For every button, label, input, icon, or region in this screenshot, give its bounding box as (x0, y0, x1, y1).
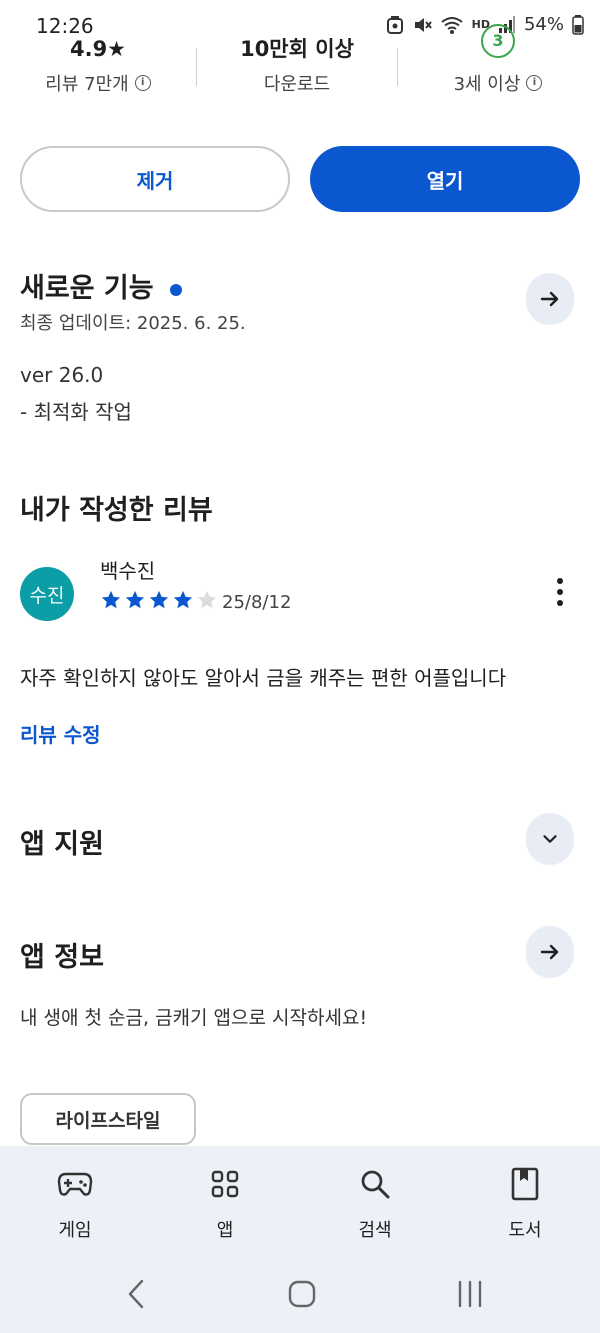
wifi-icon (440, 15, 464, 35)
nav-item-books[interactable]: 도서 (450, 1146, 600, 1252)
nav-label-books: 도서 (508, 1220, 542, 1241)
info-icon: i (526, 75, 543, 91)
more-vert-icon (557, 578, 563, 606)
home-icon (288, 1280, 316, 1308)
review-date: 25/8/12 (222, 592, 292, 613)
info-icon: i (134, 75, 151, 91)
rating-stat[interactable]: 4.9★ 리뷰 7만개 i (0, 36, 196, 96)
gamepad-icon (57, 1166, 93, 1202)
status-time: 12:26 (36, 14, 94, 38)
nav-label-games: 게임 (58, 1220, 92, 1241)
star-filled-icon (173, 590, 193, 609)
review-text: 자주 확인하지 않아도 알아서 금을 캐주는 편한 어플입니다 (20, 666, 507, 690)
app-support-title[interactable]: 앱 지원 (20, 822, 104, 861)
open-button[interactable]: 열기 (310, 146, 580, 212)
category-chip[interactable]: 라이프스타일 (20, 1093, 196, 1145)
release-notes-text: - 최적화 작업 (20, 400, 132, 424)
new-indicator-dot (169, 283, 182, 296)
nav-label-apps: 앱 (216, 1220, 234, 1241)
review-star-rating (100, 589, 218, 611)
star-filled-icon (149, 590, 169, 609)
arrow-right-icon (540, 291, 559, 307)
mute-icon (412, 15, 432, 35)
search-icon (357, 1166, 393, 1202)
avatar: 수진 (20, 567, 74, 621)
app-info-title[interactable]: 앱 정보 (20, 935, 104, 974)
star-filled-icon (101, 590, 121, 609)
edit-review-link[interactable]: 리뷰 수정 (20, 719, 101, 748)
nav-item-search[interactable]: 검색 (300, 1146, 450, 1252)
age-rating-stat[interactable]: 3 3세 이상 i (398, 24, 598, 96)
my-review-title: 내가 작성한 리뷰 (20, 495, 213, 526)
downloads-value: 10만회 이상 (240, 37, 354, 61)
battery-icon (572, 14, 584, 35)
apps-grid-icon (207, 1166, 243, 1202)
downloads-label: 다운로드 (263, 74, 331, 95)
bottom-nav: 게임 앱 검색 도서 (0, 1146, 600, 1252)
chevron-down-icon (543, 835, 557, 843)
version-text: ver 26.0 (20, 363, 104, 387)
battery-percent: 54% (523, 14, 564, 35)
home-button[interactable] (282, 1276, 322, 1312)
system-nav-bar (0, 1252, 600, 1333)
whats-new-arrow-button[interactable] (526, 273, 574, 325)
arrow-right-icon (540, 944, 559, 960)
app-info-arrow-button[interactable] (526, 926, 574, 978)
recents-icon (458, 1280, 482, 1308)
notification-icon (386, 15, 404, 35)
whats-new-header[interactable]: 새로운 기능 (20, 266, 182, 305)
star-filled-icon (125, 590, 145, 609)
book-icon (507, 1166, 543, 1202)
nav-label-search: 검색 (358, 1220, 392, 1241)
star-empty-icon (197, 590, 217, 609)
back-icon (128, 1279, 144, 1309)
back-button[interactable] (116, 1276, 156, 1312)
nav-item-apps[interactable]: 앱 (150, 1146, 300, 1252)
recents-button[interactable] (450, 1276, 490, 1312)
app-description: 내 생애 첫 순금, 금캐기 앱으로 시작하세요! (20, 1007, 368, 1029)
rating-count-label: 리뷰 7만개 (45, 74, 129, 95)
age-badge-icon: 3 (481, 24, 515, 58)
nav-item-games[interactable]: 게임 (0, 1146, 150, 1252)
whats-new-title: 새로운 기능 (20, 273, 154, 304)
more-options-button[interactable] (546, 578, 574, 608)
age-rating-label: 3세 이상 (453, 74, 521, 95)
uninstall-button[interactable]: 제거 (20, 146, 290, 212)
downloads-stat: 10만회 이상 다운로드 (197, 36, 397, 96)
review-author: 백수진 (100, 559, 156, 583)
app-support-expand-button[interactable] (526, 813, 574, 865)
last-updated-text: 최종 업데이트: 2025. 6. 25. (20, 313, 246, 334)
rating-value: 4.9★ (69, 37, 127, 61)
